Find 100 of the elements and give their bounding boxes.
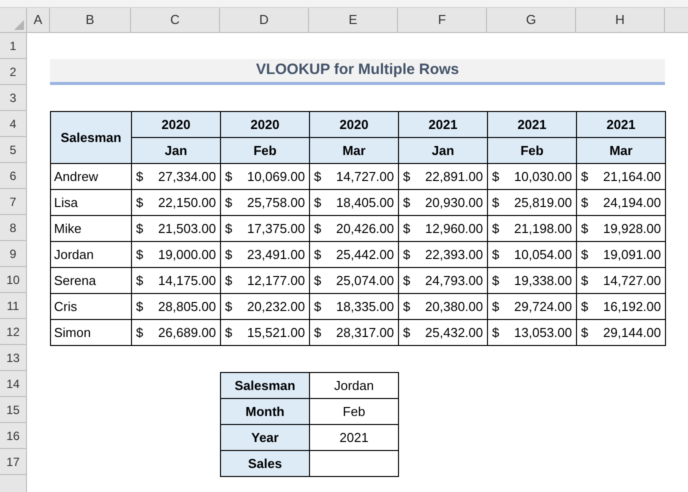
currency-symbol: $: [492, 220, 500, 238]
amount-cell-text: 18,405.00: [336, 194, 394, 212]
amount-cell-text: 20,380.00: [425, 298, 483, 316]
amount-cell-text: 19,338.00: [514, 272, 572, 290]
currency-symbol: $: [581, 220, 588, 238]
header-cell: Mar: [310, 138, 398, 164]
amount-cell-text: 12,177.00: [247, 272, 305, 290]
amount-cell-text: 15,521.00: [247, 324, 305, 342]
currency-symbol: $: [403, 324, 410, 342]
column-header[interactable]: D: [220, 8, 309, 32]
currency-symbol: $: [492, 272, 500, 290]
row-header[interactable]: 14: [0, 371, 26, 397]
currency-symbol: $: [136, 272, 144, 290]
amount-cell-text: 25,758.00: [247, 194, 305, 212]
amount-cell-text: 21,198.00: [514, 220, 572, 238]
column-header[interactable]: H: [576, 8, 665, 32]
currency-symbol: $: [136, 246, 144, 264]
amount-cell-text: 10,030.00: [514, 168, 572, 186]
row-header[interactable]: 3: [0, 85, 26, 111]
row-header[interactable]: 17: [0, 449, 26, 475]
currency-symbol: $: [225, 168, 232, 186]
label-cell: Month: [220, 398, 310, 424]
currency-symbol: $: [403, 168, 410, 186]
amount-cell-text: 13,053.00: [514, 324, 572, 342]
currency-symbol: $: [136, 298, 144, 316]
column-header[interactable]: F: [398, 8, 487, 32]
amount-cell-text: 17,375.00: [247, 220, 305, 238]
currency-symbol: $: [314, 246, 322, 264]
row-header[interactable]: 6: [0, 163, 26, 189]
header-cell: 2021: [488, 112, 576, 138]
label-cell: Sales: [220, 450, 310, 476]
currency-symbol: $: [225, 194, 232, 212]
currency-symbol: $: [225, 220, 232, 238]
value-cell: 2021: [310, 424, 398, 450]
header-cell: 2020: [132, 112, 220, 138]
currency-symbol: $: [403, 272, 410, 290]
column-header[interactable]: A: [27, 8, 50, 32]
amount-cell-text: 24,194.00: [603, 194, 661, 212]
amount-cell-text: 28,805.00: [158, 298, 216, 316]
name-cell: Cris: [50, 294, 132, 320]
amount-cell-text: 25,442.00: [336, 246, 394, 264]
row-header[interactable]: 10: [0, 267, 26, 293]
name-cell: Mike: [50, 216, 132, 242]
currency-symbol: $: [136, 194, 144, 212]
currency-symbol: $: [136, 220, 144, 238]
currency-symbol: $: [581, 272, 588, 290]
row-header[interactable]: 4: [0, 111, 26, 137]
header-cell: 2021: [576, 112, 666, 138]
row-header[interactable]: 13: [0, 345, 26, 371]
amount-cell-text: 23,491.00: [247, 246, 305, 264]
amount-cell-text: 20,232.00: [247, 298, 305, 316]
currency-symbol: $: [581, 194, 588, 212]
row-header[interactable]: 12: [0, 319, 26, 345]
row-header[interactable]: 15: [0, 397, 26, 423]
header-cell: Mar: [576, 138, 666, 164]
amount-cell-text: 22,891.00: [425, 168, 483, 186]
header-cell: Feb: [220, 138, 310, 164]
amount-cell-text: 24,793.00: [425, 272, 483, 290]
column-header[interactable]: G: [487, 8, 576, 32]
row-header[interactable]: 7: [0, 189, 26, 215]
amount-cell-text: 14,727.00: [603, 272, 661, 290]
amount-cell-text: 20,426.00: [336, 220, 394, 238]
row-header[interactable]: 8: [0, 215, 26, 241]
currency-symbol: $: [136, 324, 144, 342]
amount-cell-text: 29,724.00: [514, 298, 572, 316]
currency-symbol: $: [581, 298, 588, 316]
currency-symbol: $: [314, 168, 322, 186]
amount-cell-text: 22,150.00: [158, 194, 216, 212]
amount-cell-text: 14,727.00: [336, 168, 394, 186]
amount-cell-text: 12,960.00: [425, 220, 483, 238]
currency-symbol: $: [136, 168, 144, 186]
currency-symbol: $: [492, 324, 500, 342]
header-cell: 2020: [310, 112, 398, 138]
amount-cell-text: 19,000.00: [158, 246, 216, 264]
currency-symbol: $: [492, 194, 500, 212]
amount-cell-text: 20,930.00: [425, 194, 483, 212]
label-cell: Year: [220, 424, 310, 450]
header-cell: Jan: [132, 138, 220, 164]
amount-cell-text: 21,164.00: [603, 168, 661, 186]
currency-symbol: $: [403, 298, 410, 316]
amount-cell-text: 25,074.00: [336, 272, 394, 290]
column-header[interactable]: C: [131, 8, 220, 32]
currency-symbol: $: [225, 272, 232, 290]
amount-cell-text: 21,503.00: [158, 220, 216, 238]
currency-symbol: $: [492, 298, 500, 316]
column-header[interactable]: B: [50, 8, 131, 32]
name-cell: Serena: [50, 268, 132, 294]
currency-symbol: $: [581, 168, 588, 186]
row-header[interactable]: 5: [0, 137, 26, 163]
corner-triangle-icon: [14, 20, 24, 30]
row-header[interactable]: 16: [0, 423, 26, 449]
column-header[interactable]: E: [309, 8, 398, 32]
currency-symbol: $: [492, 168, 500, 186]
row-header[interactable]: 2: [0, 59, 26, 85]
row-header[interactable]: 1: [0, 33, 26, 59]
row-header[interactable]: 11: [0, 293, 26, 319]
currency-symbol: $: [581, 246, 588, 264]
row-header[interactable]: 9: [0, 241, 26, 267]
amount-cell-text: 28,317.00: [336, 324, 394, 342]
value-cell: Jordan: [310, 372, 398, 398]
